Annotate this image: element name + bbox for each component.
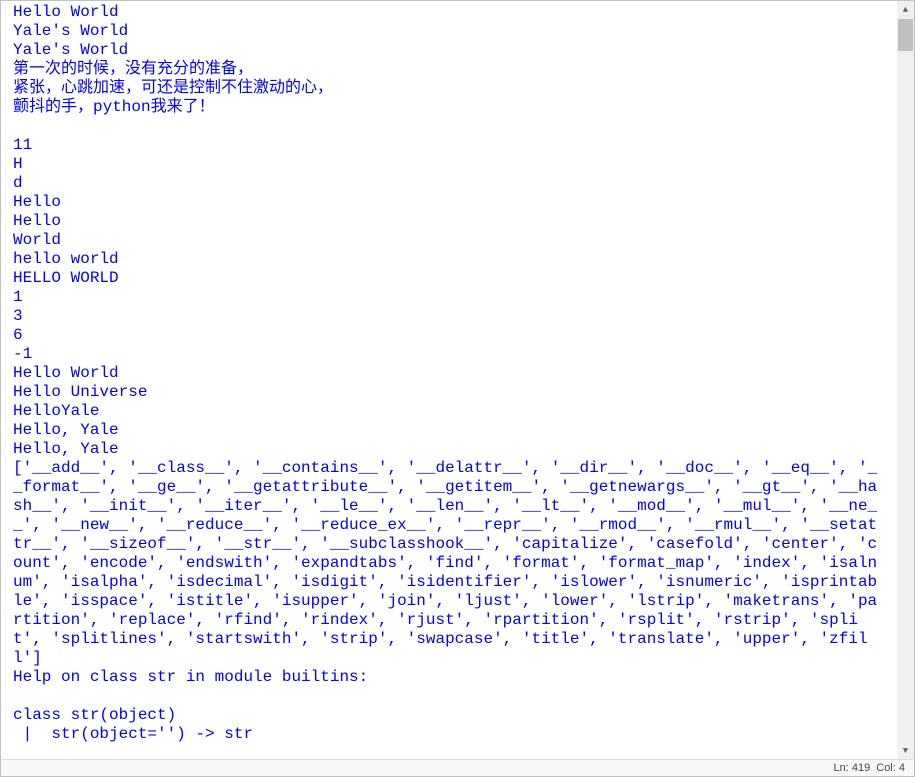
console-output[interactable]: Hello World Yale's World Yale's World 第一… — [1, 1, 897, 746]
vertical-scrollbar[interactable]: ▲ ▼ — [897, 1, 914, 759]
output-viewport[interactable]: Hello World Yale's World Yale's World 第一… — [1, 1, 897, 759]
shell-window: Hello World Yale's World Yale's World 第一… — [0, 0, 915, 777]
status-line: Ln: 419 — [831, 762, 874, 774]
scroll-up-button[interactable]: ▲ — [897, 1, 914, 18]
chevron-down-icon: ▼ — [903, 746, 908, 756]
status-col: Col: 4 — [873, 762, 908, 774]
status-bar: Ln: 419 Col: 4 — [1, 759, 914, 776]
scroll-thumb[interactable] — [898, 19, 913, 51]
scroll-down-button[interactable]: ▼ — [897, 742, 914, 759]
chevron-up-icon: ▲ — [903, 5, 908, 15]
